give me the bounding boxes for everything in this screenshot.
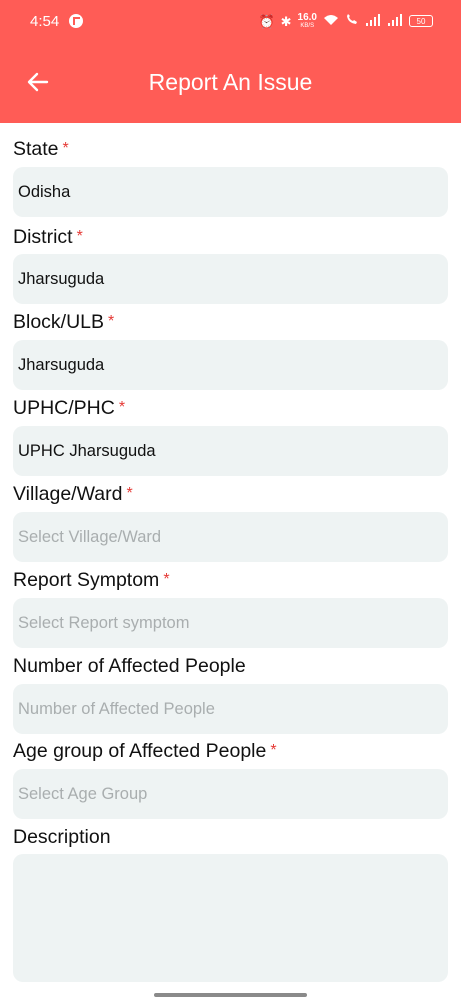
- required-marker: *: [126, 485, 133, 502]
- village-ward-select[interactable]: Select Village/Ward: [13, 512, 448, 562]
- required-marker: *: [108, 313, 115, 330]
- battery-level: 50: [416, 16, 426, 26]
- village-ward-label-text: Village/Ward: [13, 483, 123, 505]
- status-bar: 4:54 ⏰ ✱ 16.0 KB/S 50: [0, 0, 461, 42]
- state-field[interactable]: Odisha: [13, 167, 448, 217]
- block-ulb-label-text: Block/ULB: [13, 311, 105, 333]
- state-value: Odisha: [18, 182, 71, 201]
- home-indicator[interactable]: [154, 993, 307, 997]
- required-marker: *: [163, 571, 170, 588]
- bluetooth-icon: ✱: [280, 13, 292, 29]
- report-symptom-label-text: Report Symptom: [13, 569, 160, 591]
- district-value: Jharsuguda: [18, 269, 105, 288]
- uphc-phc-field[interactable]: UPHC Jharsuguda: [13, 426, 448, 476]
- description-label: Description: [13, 823, 111, 851]
- back-button[interactable]: [22, 66, 54, 98]
- description-label-text: Description: [13, 826, 111, 848]
- app-notification-icon: [69, 14, 84, 28]
- uphc-phc-label: UPHC/PHC *: [13, 394, 125, 422]
- district-label: District *: [13, 223, 83, 251]
- village-ward-label: Village/Ward *: [13, 480, 133, 508]
- state-label: State *: [13, 135, 69, 163]
- wifi-icon: [323, 14, 339, 29]
- district-field[interactable]: Jharsuguda: [13, 254, 448, 304]
- description-textarea[interactable]: [13, 854, 448, 982]
- network-speed-unit: KB/S: [300, 23, 315, 29]
- arrow-left-icon: [27, 72, 49, 92]
- district-label-text: District: [13, 226, 73, 248]
- age-group-select[interactable]: Select Age Group: [13, 769, 448, 819]
- block-ulb-label: Block/ULB *: [13, 308, 114, 336]
- network-speed: 16.0 KB/S: [297, 12, 317, 30]
- status-left: 4:54: [30, 12, 84, 30]
- report-symptom-placeholder: Select Report symptom: [18, 613, 190, 632]
- network-speed-value: 16.0: [297, 12, 317, 23]
- signal-icon-sim1: [365, 13, 381, 29]
- age-group-label-text: Age group of Affected People: [13, 740, 267, 762]
- required-marker: *: [118, 399, 126, 416]
- age-group-label: Age group of Affected People *: [13, 737, 277, 765]
- page-title: Report An Issue: [148, 69, 313, 95]
- app-bar: Report An Issue: [0, 42, 461, 123]
- report-symptom-select[interactable]: Select Report symptom: [13, 598, 448, 648]
- volte-call-icon: [345, 13, 359, 29]
- status-time: 4:54: [30, 12, 60, 30]
- age-group-placeholder: Select Age Group: [18, 784, 148, 803]
- affected-people-label: Number of Affected People: [13, 652, 246, 680]
- uphc-phc-label-text: UPHC/PHC: [13, 397, 115, 419]
- affected-people-placeholder: Number of Affected People: [18, 699, 215, 718]
- status-right: ⏰ ✱ 16.0 KB/S 50: [258, 13, 433, 29]
- uphc-phc-value: UPHC Jharsuguda: [18, 441, 156, 460]
- village-ward-placeholder: Select Village/Ward: [18, 527, 162, 546]
- alarm-icon: ⏰: [258, 13, 275, 29]
- state-label-text: State: [13, 138, 59, 160]
- required-marker: *: [62, 140, 69, 157]
- block-ulb-value: Jharsuguda: [18, 355, 105, 374]
- battery-icon: 50: [409, 15, 433, 27]
- signal-icon-sim2: [387, 13, 403, 29]
- affected-people-label-text: Number of Affected People: [13, 655, 246, 677]
- report-symptom-label: Report Symptom *: [13, 566, 170, 594]
- affected-people-input[interactable]: Number of Affected People: [13, 684, 448, 734]
- block-ulb-field[interactable]: Jharsuguda: [13, 340, 448, 390]
- required-marker: *: [270, 742, 277, 759]
- required-marker: *: [76, 228, 83, 245]
